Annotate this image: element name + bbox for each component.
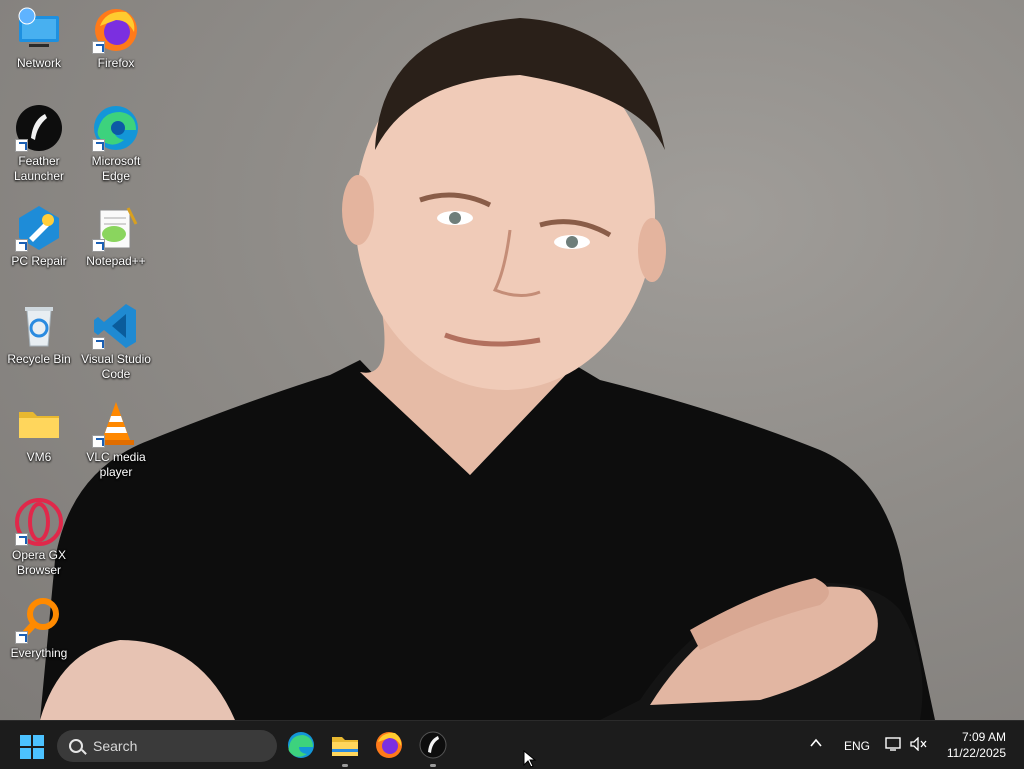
opera-gx-icon (15, 498, 63, 546)
pc-repair-icon (15, 204, 63, 252)
everything-icon (15, 596, 63, 644)
shortcut-arrow-icon (92, 435, 105, 448)
shortcut-arrow-icon (92, 337, 105, 350)
desktop-icon-everything[interactable]: Everything (1, 596, 77, 661)
feather-launcher-icon (419, 731, 447, 759)
edge-icon (92, 104, 140, 152)
desktop-icon-notepadpp[interactable]: Notepad++ (78, 204, 154, 269)
mouse-cursor-icon (523, 750, 537, 768)
desktop-icon-label: PC Repair (11, 254, 67, 268)
desktop-icon-label: Notepad++ (86, 254, 146, 268)
taskbar-clock[interactable]: 7:09 AM 11/22/2025 (947, 729, 1006, 761)
vscode-icon (92, 302, 140, 350)
clock-time: 7:09 AM (961, 730, 1006, 744)
desktop-icon-label: VM6 (26, 450, 52, 464)
desktop-icon-label: Network (16, 56, 61, 70)
desktop-icon-label: Everything (10, 646, 68, 660)
file-explorer-icon (332, 737, 358, 756)
firefox-icon (376, 732, 402, 758)
shortcut-arrow-icon (92, 239, 105, 252)
shortcut-arrow-icon (15, 239, 28, 252)
recycle-bin-icon (15, 302, 63, 350)
desktop-icon-label: Visual Studio Code (81, 352, 151, 381)
shortcut-arrow-icon (15, 139, 28, 152)
shortcut-arrow-icon (92, 139, 105, 152)
volume-muted-icon[interactable] (910, 736, 928, 752)
desktop-icon-pc-repair[interactable]: PC Repair (1, 204, 77, 269)
notepadpp-icon (92, 204, 140, 252)
search-icon (69, 739, 83, 753)
desktop-icon-label: Feather Launcher (13, 154, 65, 183)
taskbar: Search ENG 7:09 AM 11/22/2025 (0, 720, 1024, 769)
taskbar-app-file-explorer[interactable] (329, 729, 361, 767)
taskbar-search-box[interactable]: Search (57, 730, 277, 762)
folder-icon (15, 400, 63, 448)
vlc-icon (92, 400, 140, 448)
desktop-icon-vm6[interactable]: VM6 (1, 400, 77, 465)
firefox-icon (92, 6, 140, 54)
desktop-icon-edge[interactable]: Microsoft Edge (78, 104, 154, 184)
desktop-icon-label: Firefox (97, 56, 135, 70)
taskbar-app-feather-launcher[interactable] (417, 729, 449, 767)
desktop-icon-opera-gx[interactable]: Opera GX Browser (1, 498, 77, 578)
tray-overflow-chevron-icon[interactable] (810, 737, 822, 749)
taskbar-app-firefox[interactable] (373, 729, 405, 761)
edge-icon (288, 732, 314, 758)
shortcut-arrow-icon (15, 631, 28, 644)
desktop-icon-feather-launcher[interactable]: Feather Launcher (1, 104, 77, 184)
network-status-icon[interactable] (885, 736, 903, 752)
running-indicator (342, 764, 348, 767)
shortcut-arrow-icon (15, 533, 28, 546)
network-icon (15, 6, 63, 54)
start-button[interactable] (20, 735, 44, 759)
desktop-icon-recycle-bin[interactable]: Recycle Bin (1, 302, 77, 367)
feather-launcher-icon (15, 104, 63, 152)
desktop-icon-label: Microsoft Edge (91, 154, 141, 183)
desktop-icon-firefox[interactable]: Firefox (78, 6, 154, 71)
clock-date: 11/22/2025 (946, 746, 1006, 760)
running-indicator (430, 764, 436, 767)
shortcut-arrow-icon (92, 41, 105, 54)
desktop-icon-vscode[interactable]: Visual Studio Code (78, 302, 154, 382)
desktop-icon-vlc[interactable]: VLC media player (78, 400, 154, 480)
search-placeholder: Search (93, 738, 138, 754)
desktop-icon-label: Opera GX Browser (11, 548, 67, 577)
desktop-icon-network[interactable]: Network (1, 6, 77, 71)
taskbar-app-edge[interactable] (285, 729, 317, 761)
desktop-icon-label: VLC media player (86, 450, 146, 479)
desktop-icon-label: Recycle Bin (7, 352, 71, 366)
language-indicator[interactable]: ENG (844, 739, 870, 753)
